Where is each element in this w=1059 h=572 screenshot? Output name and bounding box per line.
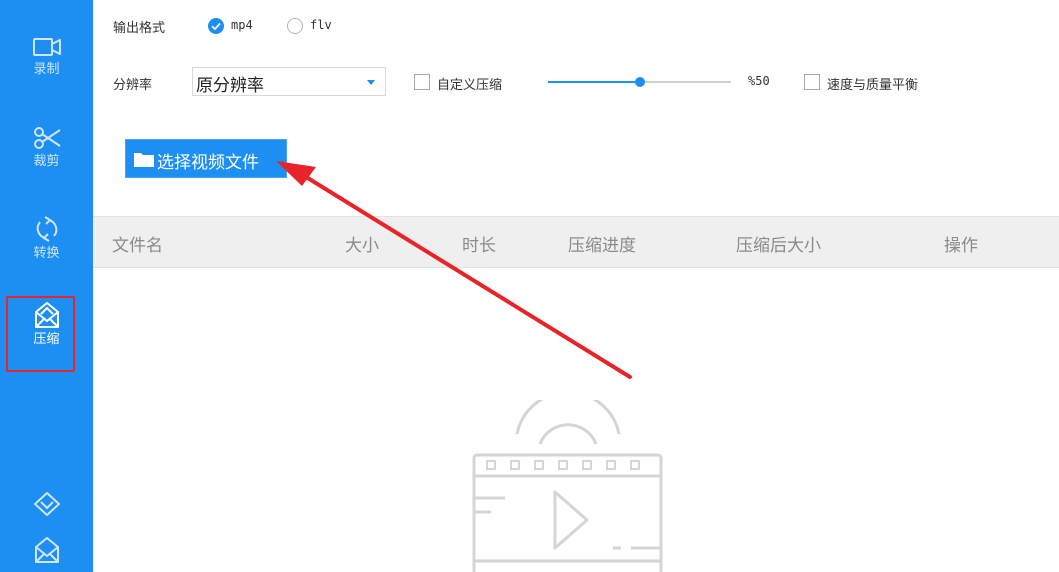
sidebar-item-label: 转换 [33, 246, 60, 261]
empty-video-illustration [472, 400, 663, 572]
select-video-label: 选择视频文件 [157, 153, 259, 173]
envelope-icon [34, 302, 59, 328]
col-size: 大小 [345, 236, 379, 256]
balance-label[interactable]: 速度与质量平衡 [827, 74, 918, 93]
diamond-icon [33, 492, 60, 516]
resolution-value: 原分辨率 [196, 76, 264, 96]
col-progress: 压缩进度 [568, 236, 636, 256]
sidebar-mail[interactable] [0, 535, 93, 572]
balance-checkbox[interactable] [804, 74, 820, 90]
sidebar-vip[interactable] [0, 490, 93, 520]
video-camera-icon [32, 38, 61, 56]
sidebar: 录制 裁剪 转换 压缩 [0, 0, 93, 572]
col-actions: 操作 [944, 236, 978, 256]
custom-compress-checkbox[interactable] [414, 74, 430, 90]
sidebar-item-compress[interactable]: 压缩 [0, 296, 93, 372]
slider-value: %50 [748, 74, 770, 88]
table-header: 文件名 大小 时长 压缩进度 压缩后大小 操作 [93, 216, 1059, 268]
compress-slider[interactable] [548, 77, 731, 87]
sidebar-item-record[interactable]: 录制 [0, 34, 93, 100]
main-panel: 输出格式 mp4 flv 分辨率 原分辨率 自定义压缩 %50 速度与质量平衡 … [93, 0, 1059, 572]
resolution-select[interactable]: 原分辨率 [192, 67, 386, 96]
radio-mp4-label[interactable]: mp4 [231, 18, 253, 32]
sidebar-item-label: 裁剪 [33, 154, 60, 169]
radio-flv[interactable] [287, 18, 303, 34]
refresh-icon [36, 216, 57, 242]
sidebar-item-label: 录制 [33, 62, 60, 77]
col-compressed-size: 压缩后大小 [736, 236, 821, 256]
check-icon [211, 22, 221, 31]
col-duration: 时长 [462, 236, 496, 256]
resolution-label: 分辨率 [113, 78, 153, 93]
chevron-down-icon [367, 80, 375, 85]
slider-thumb[interactable] [634, 77, 645, 87]
radio-mp4[interactable] [208, 18, 224, 34]
sidebar-item-trim[interactable]: 裁剪 [0, 124, 93, 190]
col-filename: 文件名 [112, 236, 163, 256]
folder-icon [134, 153, 154, 167]
envelope-icon [34, 537, 59, 563]
output-format-label: 输出格式 [113, 21, 166, 36]
slider-fill [548, 81, 640, 83]
custom-compress-label[interactable]: 自定义压缩 [437, 74, 502, 93]
radio-flv-label[interactable]: flv [310, 18, 332, 32]
scissors-icon [33, 127, 61, 149]
sidebar-item-label: 压缩 [33, 332, 60, 347]
select-video-button[interactable]: 选择视频文件 [125, 139, 287, 178]
sidebar-item-convert[interactable]: 转换 [0, 214, 93, 280]
